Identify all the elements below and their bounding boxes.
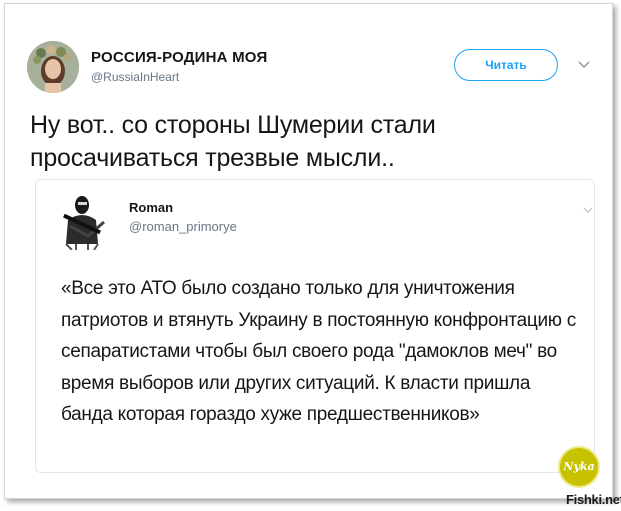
quote-author-avatar[interactable] (58, 192, 108, 250)
quote-text: «Все это АТО было создано только для уни… (61, 278, 576, 425)
tweet-screenshot-frame: РОССИЯ-РОДИНА МОЯ @RussiaInHeart Читать … (4, 3, 613, 499)
watermark-site: Fishki.net (566, 492, 621, 507)
author-avatar[interactable] (27, 41, 79, 93)
author-name[interactable]: РОССИЯ-РОДИНА МОЯ (91, 49, 267, 66)
chevron-down-icon[interactable] (577, 59, 591, 71)
tweet-text: Ну вот.. со стороны Шумерии стали просач… (30, 111, 436, 172)
watermark-badge-text: Nyka (563, 460, 595, 473)
quoted-tweet-card[interactable]: Roman @roman_primorye «Все это АТО было … (35, 179, 595, 473)
watermark-badge: Nyka (558, 446, 600, 488)
author-avatar-image (27, 41, 79, 93)
follow-button[interactable]: Читать (454, 49, 558, 81)
quote-author-handle[interactable]: @roman_primorye (129, 219, 237, 234)
author-handle[interactable]: @RussiaInHeart (91, 70, 179, 84)
chevron-down-icon[interactable] (583, 206, 593, 214)
quote-author-name[interactable]: Roman (129, 200, 173, 215)
